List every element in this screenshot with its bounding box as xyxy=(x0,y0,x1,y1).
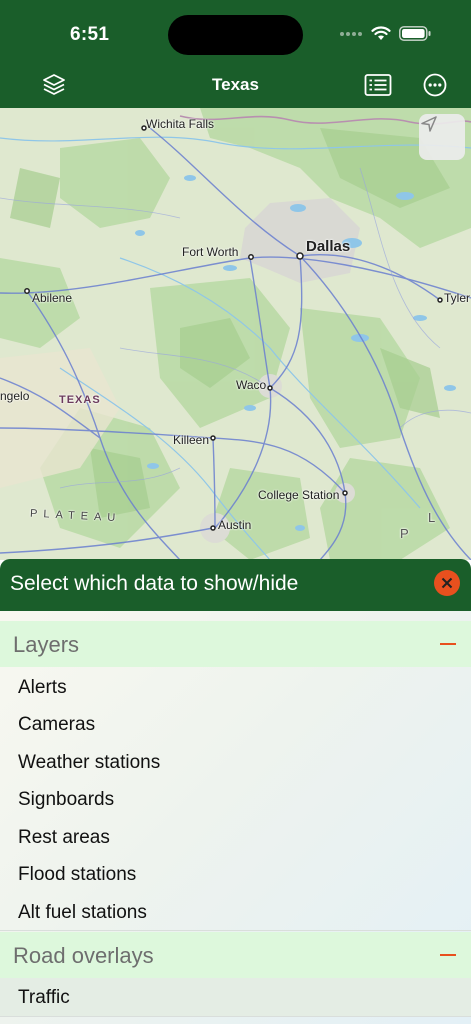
status-bar: 6:51 xyxy=(0,0,471,62)
close-button[interactable] xyxy=(434,570,460,596)
map-label-p: P xyxy=(400,526,409,541)
data-panel-body: Layers Alerts Cameras Weather stations S… xyxy=(0,611,471,1024)
battery-icon xyxy=(399,26,431,41)
road-overlay-item-traffic[interactable]: Traffic xyxy=(18,987,70,1009)
map-label-waco: Waco xyxy=(236,378,267,392)
panel-title: Select which data to show/hide xyxy=(10,572,299,595)
layer-item-signboards[interactable]: Signboards xyxy=(18,789,114,811)
map-label-austin: Austin xyxy=(218,518,252,532)
list-button[interactable] xyxy=(363,70,393,100)
signal-icon xyxy=(340,31,362,36)
map-label-texas: TEXAS xyxy=(59,394,101,406)
more-button[interactable] xyxy=(420,70,450,100)
map-label-fort-worth: Fort Worth xyxy=(182,245,239,259)
map-label-abilene: Abilene xyxy=(32,291,73,305)
dynamic-island xyxy=(168,15,303,55)
section-divider xyxy=(0,930,471,931)
map-label-tyler: Tyler xyxy=(444,291,471,305)
map-label-dallas: Dallas xyxy=(306,238,351,255)
status-indicators xyxy=(339,26,431,41)
collapse-icon xyxy=(440,954,456,956)
section-title: Road overlays xyxy=(13,943,154,968)
page-title: Texas xyxy=(212,75,259,94)
layer-item-flood-stations[interactable]: Flood stations xyxy=(18,864,136,886)
list-icon xyxy=(364,74,392,96)
nav-bar: Texas xyxy=(0,62,471,108)
row-divider xyxy=(0,1016,471,1017)
close-icon xyxy=(441,577,453,589)
map-label-wichita-falls: Wichita Falls xyxy=(146,117,215,131)
map-label-college-station: College Station xyxy=(258,488,340,502)
map-label-san-angelo: ngelo xyxy=(0,389,30,403)
layer-item-weather-stations[interactable]: Weather stations xyxy=(18,752,160,774)
layer-item-alerts[interactable]: Alerts xyxy=(18,677,67,699)
map-label-killeen: Killeen xyxy=(173,433,210,447)
section-title: Layers xyxy=(13,632,80,657)
map-view[interactable]: Wichita Falls Fort Worth Dallas Abilene … xyxy=(0,108,471,560)
list-row-background xyxy=(0,978,471,1016)
status-time: 6:51 xyxy=(70,24,110,45)
map-terrain xyxy=(0,108,471,560)
section-header-road-overlays[interactable]: Road overlays xyxy=(0,932,471,978)
data-panel-header: Select which data to show/hide xyxy=(0,559,471,611)
wifi-icon xyxy=(371,26,391,40)
locate-button[interactable] xyxy=(419,114,465,160)
layer-item-cameras[interactable]: Cameras xyxy=(18,714,95,736)
section-header-layers[interactable]: Layers xyxy=(0,621,471,667)
more-icon xyxy=(423,73,447,97)
collapse-icon xyxy=(440,643,456,645)
layer-item-alt-fuel-stations[interactable]: Alt fuel stations xyxy=(18,902,147,924)
map-label-l: L xyxy=(428,510,436,525)
location-arrow-icon xyxy=(421,116,437,132)
layer-item-rest-areas[interactable]: Rest areas xyxy=(18,827,110,849)
